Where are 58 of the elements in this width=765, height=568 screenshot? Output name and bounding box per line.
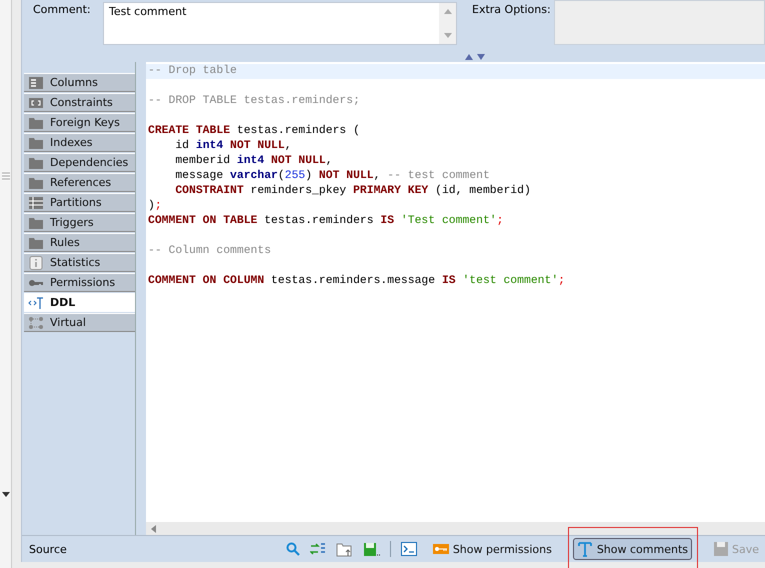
sidebar-tab[interactable]: Permissions (24, 273, 135, 292)
folder-icon (28, 136, 44, 150)
scroll-down-icon[interactable] (444, 33, 452, 38)
sidebar-tab[interactable]: Dependencies (24, 153, 135, 172)
sidebar-tab[interactable]: References (24, 173, 135, 192)
code-line: -- DROP TABLE testas.reminders; (147, 94, 361, 109)
code-line: memberid int4 NOT NULL, (174, 154, 334, 169)
code-text-icon (28, 296, 44, 310)
collapse-arrows-icon[interactable] (465, 54, 487, 60)
dropdown-arrow-icon[interactable] (2, 492, 10, 497)
sidebar-tab[interactable]: Partitions (24, 193, 135, 212)
save-icon (714, 542, 728, 556)
sidebar-tab[interactable]: Foreign Keys (24, 113, 135, 132)
nodes-icon (28, 316, 44, 330)
info-icon (28, 256, 44, 270)
list-icon (28, 76, 44, 90)
code-line: CREATE TABLE testas.reminders ( (147, 124, 361, 139)
sidebar-tab[interactable]: Constraints (24, 93, 135, 112)
sidebar-tab[interactable]: Triggers (24, 213, 135, 232)
grip-icon[interactable] (2, 172, 10, 180)
code-line: COMMENT ON COLUMN testas.reminders.message IS 'test comment'; (147, 274, 566, 289)
folder-icon (28, 156, 44, 170)
toolbar-separator (390, 541, 391, 557)
save-icon[interactable] (362, 542, 380, 556)
comment-label: Comment: (33, 3, 92, 16)
code-line: -- Column comments (147, 244, 272, 259)
comment-field[interactable]: Test comment (103, 2, 457, 45)
folder-icon (28, 116, 44, 130)
code-line: id int4 NOT NULL, (174, 139, 293, 154)
sync-icon[interactable] (310, 542, 326, 556)
scroll-up-icon[interactable] (444, 9, 452, 14)
sidebar-tab[interactable]: Virtual (24, 313, 135, 332)
extra-options-field[interactable] (554, 0, 765, 45)
sidebar-tab[interactable]: Columns (24, 73, 135, 92)
horizontal-scrollbar[interactable] (146, 522, 765, 535)
toggle-button[interactable]: Show permissions (428, 540, 556, 558)
extra-options-label: Extra Options: (472, 3, 552, 16)
folder-icon[interactable] (336, 542, 353, 556)
search-icon[interactable] (286, 542, 300, 556)
folder-icon (28, 216, 44, 230)
folder-icon (28, 176, 44, 190)
key-icon (432, 544, 449, 554)
sidebar-tab[interactable]: Statistics (24, 253, 135, 272)
terminal-icon[interactable] (400, 542, 417, 556)
code-line: ); (147, 199, 163, 214)
code-line: COMMENT ON TABLE testas.reminders IS 'Test comment'; (147, 214, 504, 229)
sidebar-tab[interactable]: Rules (24, 233, 135, 252)
folder-icon (28, 236, 44, 250)
code-line: message varchar(255) NOT NULL, -- test comment (174, 169, 491, 184)
sidebar-tab[interactable]: DDL (24, 293, 135, 312)
scroll-left-icon[interactable] (151, 524, 156, 532)
source-label: Source (29, 542, 67, 556)
brackets-icon (28, 96, 44, 110)
grid-icon (28, 196, 44, 210)
text-icon (576, 541, 593, 557)
sidebar-tab[interactable]: Indexes (24, 133, 135, 152)
code-line: CONSTRAINT reminders_pkey PRIMARY KEY (id, memberid) (174, 184, 532, 199)
toggle-button[interactable]: Show comments (572, 538, 692, 560)
